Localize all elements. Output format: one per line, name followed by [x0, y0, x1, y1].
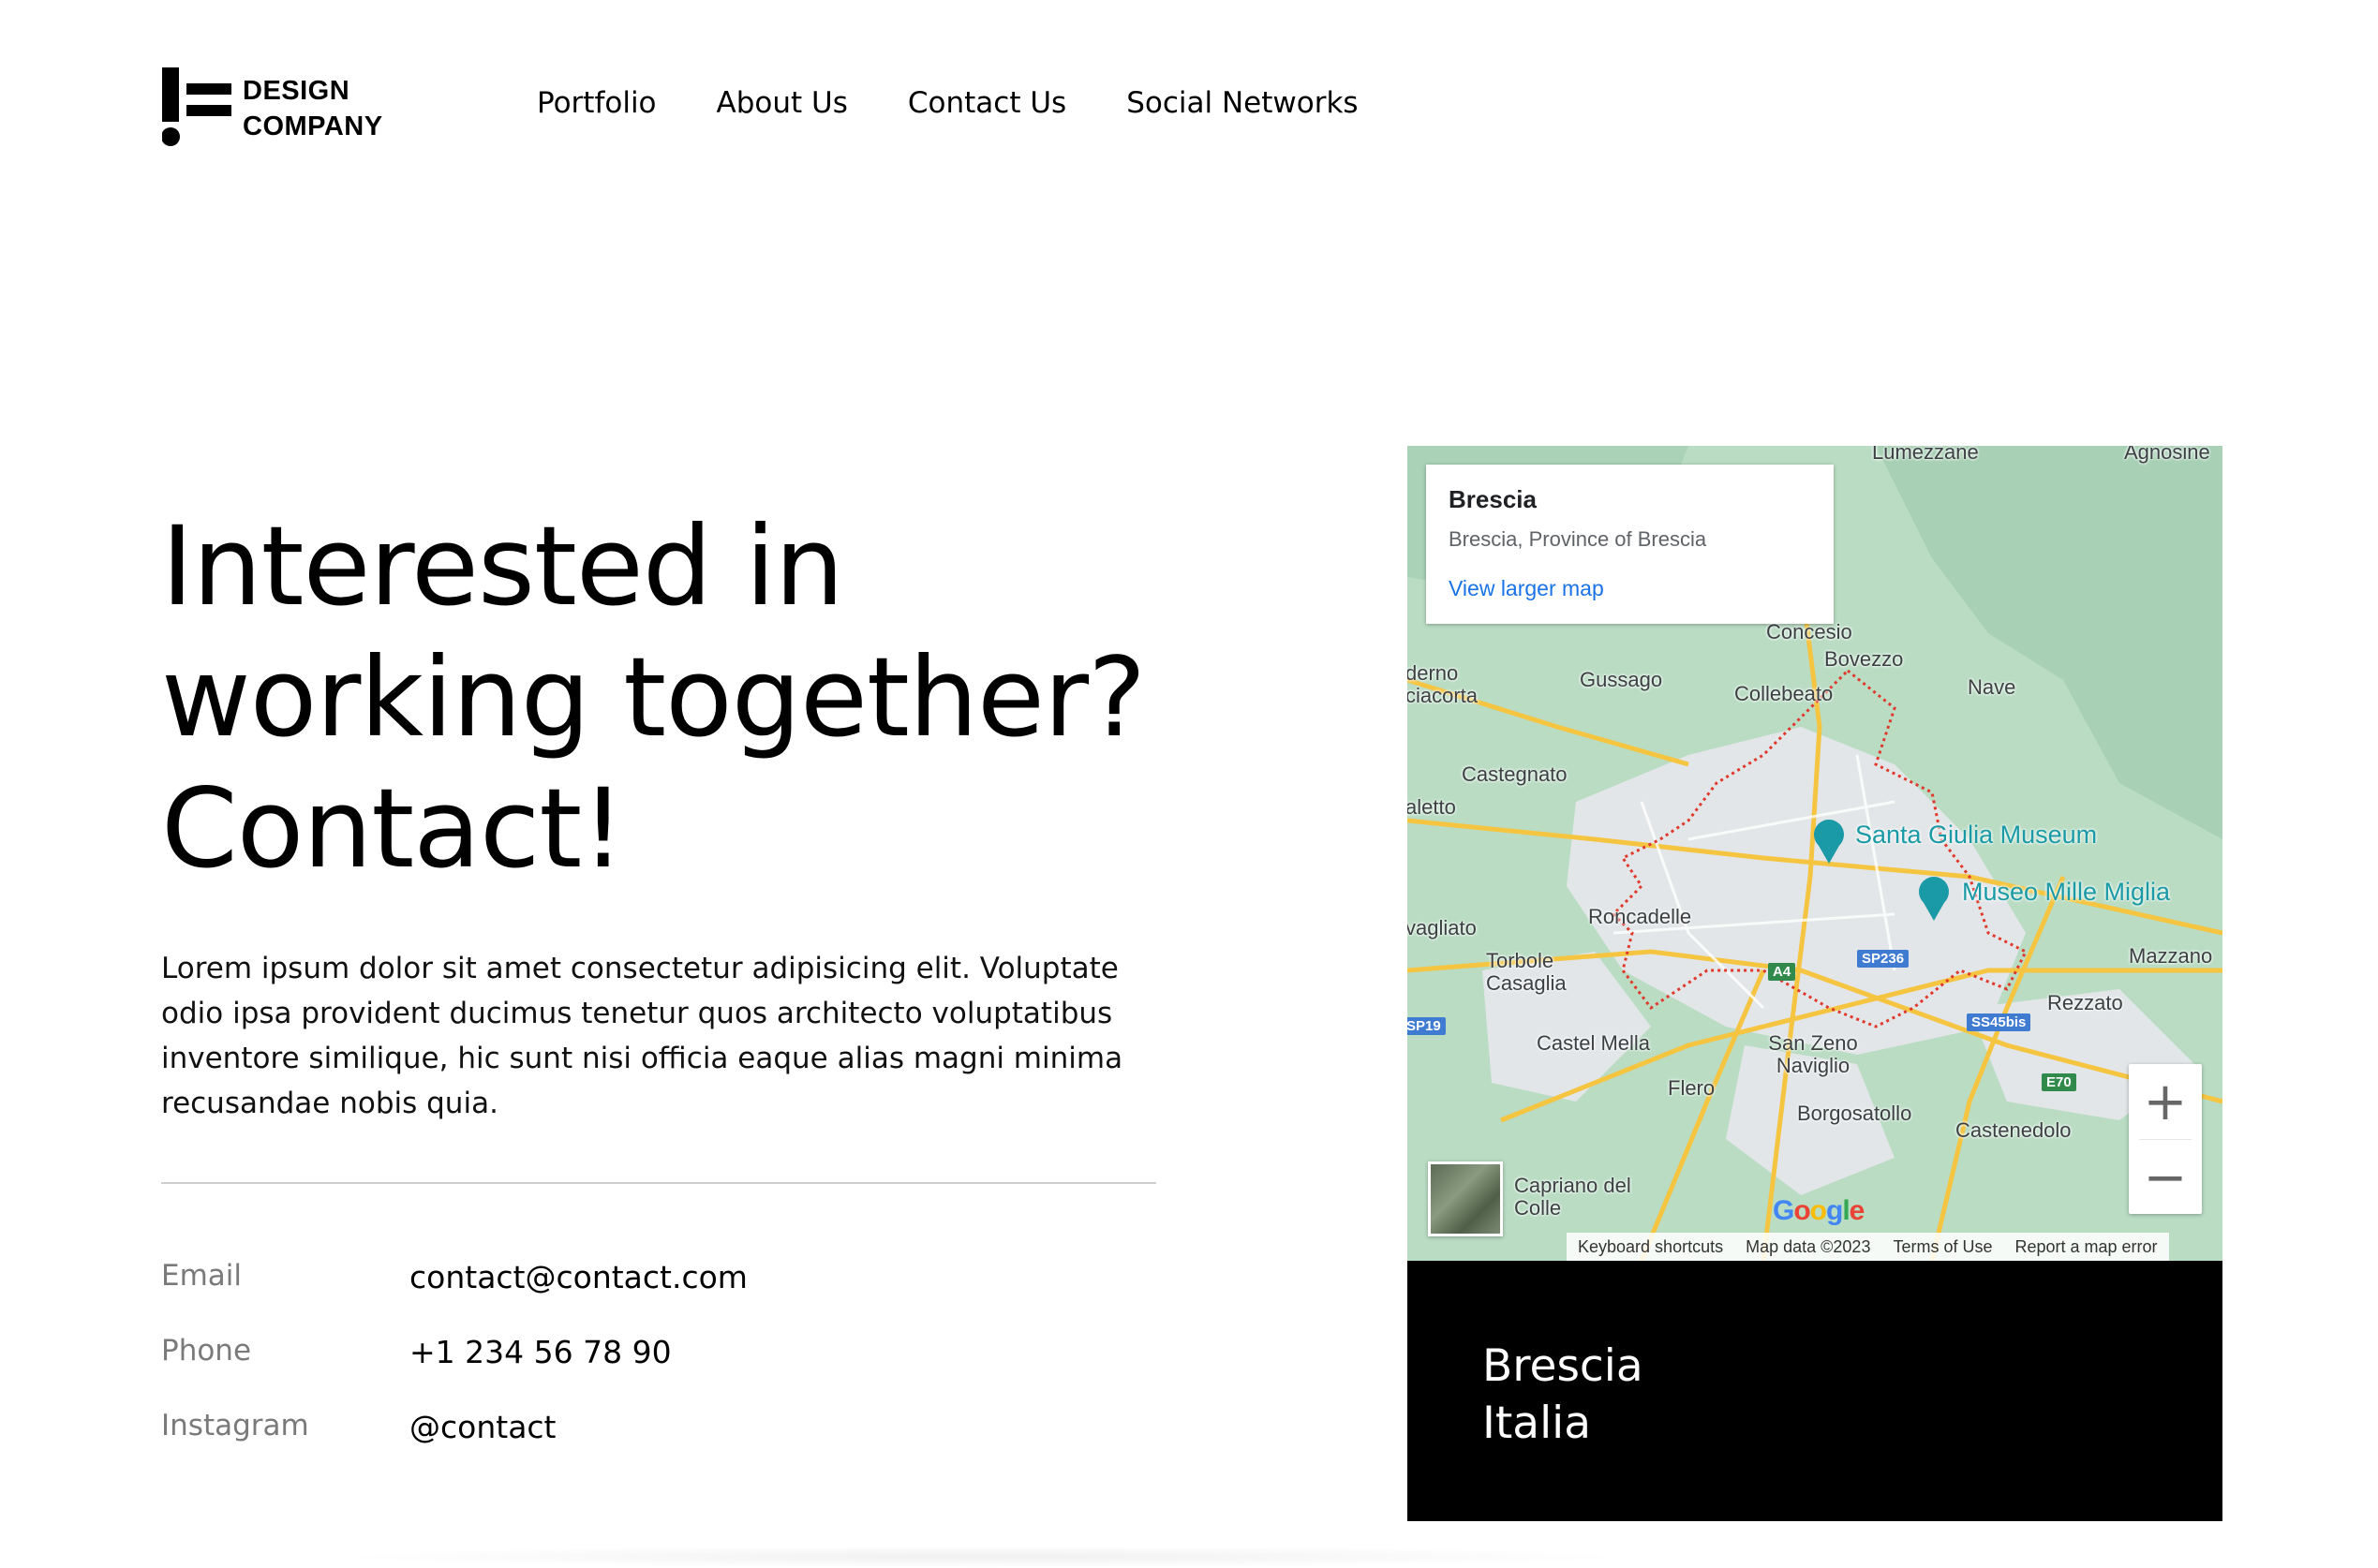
email-label: Email [161, 1259, 243, 1293]
logo-mark-icon [162, 67, 231, 146]
view-larger-map-link[interactable]: View larger map [1449, 576, 1811, 601]
map-card-title: Brescia [1449, 485, 1537, 513]
map-place-label: Collebeato [1734, 682, 1834, 705]
map-place-label: Flero [1668, 1076, 1716, 1100]
google-logo: Google [1773, 1195, 1865, 1226]
logo-line-1: DESIGN [243, 76, 350, 106]
map-place-label: Bovezzo [1824, 647, 1904, 671]
embedded-map[interactable]: Lumezzane Agnosine Concesio Bovezzo Guss… [1407, 446, 2222, 1261]
map-place-label: Agnosine [2124, 446, 2210, 464]
satellite-toggle-button[interactable] [1428, 1161, 1503, 1236]
map-place-label: Castel Mella [1537, 1031, 1651, 1055]
map-poi-label[interactable]: Museo Mille Miglia [1962, 878, 2170, 907]
map-place-label: Mazzano [2129, 944, 2213, 968]
main-nav: Portfolio About Us Contact Us Social Net… [537, 86, 1359, 120]
phone-value[interactable]: +1 234 56 78 90 [409, 1334, 672, 1370]
terms-of-use-link[interactable]: Terms of Use [1881, 1237, 2003, 1257]
keyboard-shortcuts-link[interactable]: Keyboard shortcuts [1567, 1237, 1734, 1257]
address-block: Brescia Italia [1407, 1261, 2222, 1521]
email-value[interactable]: contact@contact.com [409, 1259, 748, 1295]
map-place-label: Roncadelle [1588, 905, 1692, 928]
map-attribution-bar: Keyboard shortcuts Map data ©2023 Terms … [1567, 1233, 2169, 1261]
contact-row-phone: Phone +1 234 56 78 90 [161, 1334, 1098, 1409]
road-shield: E70 [2042, 1073, 2076, 1091]
contact-row-instagram: Instagram @contact [161, 1409, 1098, 1484]
map-info-card: Brescia Brescia, Province of Brescia Vie… [1426, 465, 1834, 624]
headline-line: Interested in [161, 502, 844, 630]
nav-portfolio[interactable]: Portfolio [537, 86, 657, 120]
map-place-label: Nave [1968, 675, 2016, 699]
map-place-label: ciacorta [1407, 684, 1479, 707]
address-country: Italia [1482, 1398, 1592, 1449]
instagram-value[interactable]: @contact [409, 1409, 557, 1445]
zoom-out-button[interactable]: − [2129, 1140, 2202, 1215]
map-place-label: Rezzato [2047, 991, 2123, 1014]
page-headline: Interested in working together? Contact! [161, 501, 1239, 895]
map-place-label: Torbole Casaglia [1486, 949, 1567, 995]
map-place-label: Castenedolo [1955, 1118, 2072, 1142]
divider [161, 1182, 1156, 1184]
contact-row-email: Email contact@contact.com [161, 1259, 1098, 1334]
address-city: Brescia [1482, 1340, 1643, 1392]
page: DESIGN COMPANY Portfolio About Us Contac… [0, 0, 2378, 1568]
map-place-label: Borgosatollo [1797, 1102, 1912, 1125]
logo-line-2: COMPANY [243, 111, 383, 141]
nav-about-us[interactable]: About Us [717, 86, 848, 120]
contact-list: Email contact@contact.com Phone +1 234 5… [161, 1259, 1098, 1484]
zoom-in-button[interactable]: + [2129, 1064, 2202, 1139]
map-place-label: Castegnato [1462, 762, 1568, 786]
road-shield: A4 [1768, 963, 1796, 981]
intro-paragraph: Lorem ipsum dolor sit amet consectetur a… [161, 952, 1123, 1120]
company-logo[interactable]: DESIGN COMPANY [162, 67, 396, 146]
road-shield: SP236 [1857, 950, 1910, 968]
report-map-error-link[interactable]: Report a map error [2003, 1237, 2168, 1257]
nav-social-networks[interactable]: Social Networks [1126, 86, 1358, 120]
map-place-label: Lumezzane [1872, 446, 1979, 464]
phone-label: Phone [161, 1334, 252, 1368]
headline-line: Contact! [161, 764, 625, 893]
map-place-label: aletto [1407, 795, 1456, 819]
map-poi-label[interactable]: Santa Giulia Museum [1855, 821, 2097, 850]
footer-shadow [328, 1546, 1640, 1568]
map-place-label: derno [1407, 661, 1459, 685]
logo-text: DESIGN COMPANY [243, 73, 383, 144]
map-data-text: Map data ©2023 [1746, 1236, 1871, 1256]
map-card-subtitle: Brescia, Province of Brescia [1449, 527, 1707, 551]
road-shield: SP19 [1407, 1017, 1446, 1035]
road-shield: SS45bis [1967, 1013, 2031, 1031]
map-place-label: vagliato [1407, 916, 1477, 939]
headline-line: working together? [161, 633, 1146, 762]
map-place-label: San Zeno Naviglio [1768, 1031, 1858, 1077]
map-zoom-controls: + − [2129, 1064, 2202, 1214]
map-place-label: Gussago [1580, 668, 1663, 691]
map-place-label: Capriano del Colle [1514, 1174, 1631, 1220]
instagram-label: Instagram [161, 1409, 309, 1442]
nav-contact-us[interactable]: Contact Us [908, 86, 1066, 120]
